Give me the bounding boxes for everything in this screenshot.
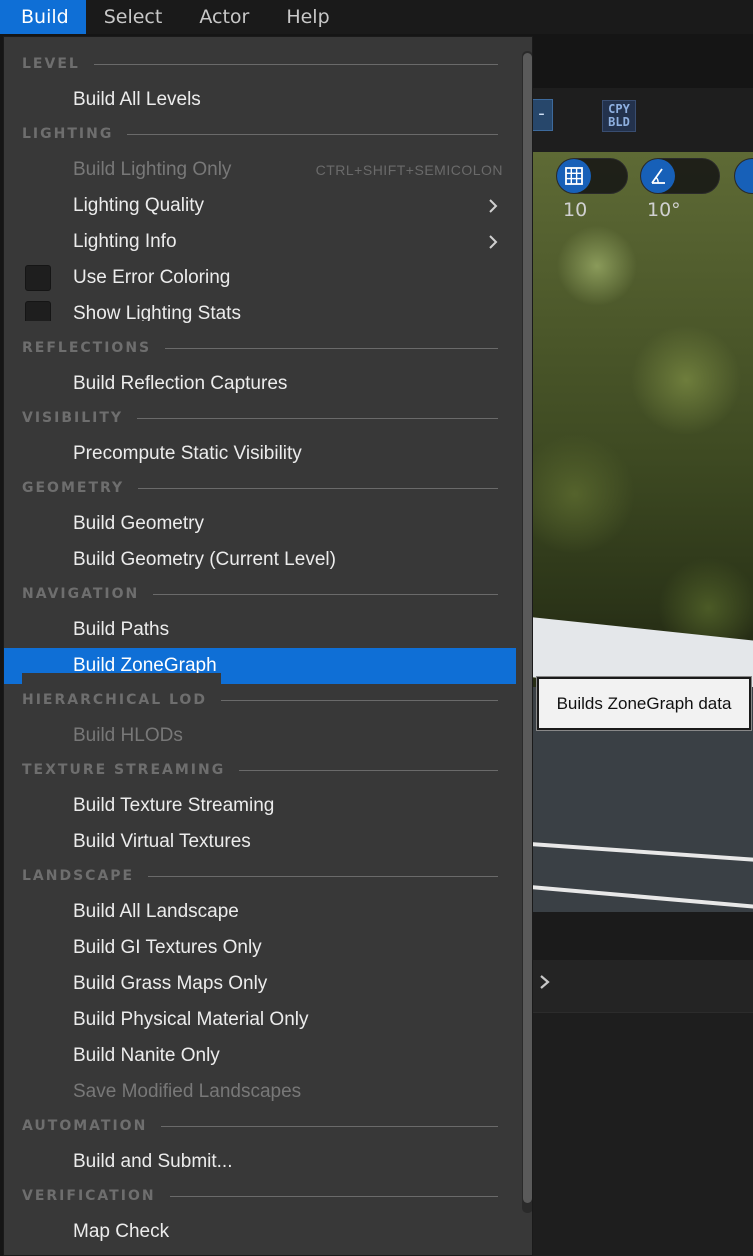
section-label: GEOMETRY xyxy=(22,461,139,497)
section-level: LEVEL xyxy=(4,37,516,73)
section-geometry: GEOMETRY xyxy=(4,461,516,497)
build-physical-material-only-item[interactable]: Build Physical Material Only xyxy=(4,1002,516,1038)
section-label: TEXTURE STREAMING xyxy=(22,743,240,779)
use-error-coloring-item[interactable]: Use Error Coloring xyxy=(4,260,516,296)
menu-actor[interactable]: Actor xyxy=(181,0,268,34)
shortcut-label: CTRL+SHIFT+SEMICOLON xyxy=(315,162,503,178)
section-label: LANDSCAPE xyxy=(22,849,149,885)
panel-body xyxy=(530,1012,753,1256)
toolbar-minus-button[interactable]: - xyxy=(530,99,553,131)
section-lighting: LIGHTING xyxy=(4,107,516,143)
section-texture-streaming: TEXTURE STREAMING xyxy=(4,743,516,779)
menu-item-label: Build Physical Material Only xyxy=(73,1009,309,1030)
section-reflections: REFLECTIONS xyxy=(4,321,516,357)
viewport-snap-controls: 10 10° xyxy=(530,158,753,221)
section-label: NAVIGATION xyxy=(22,567,154,603)
build-texture-streaming-item[interactable]: Build Texture Streaming xyxy=(4,788,516,824)
section-landscape: LANDSCAPE xyxy=(4,849,516,885)
menu-item-label: Build Nanite Only xyxy=(73,1045,220,1066)
lighting-info-item[interactable]: Lighting Info xyxy=(4,224,516,260)
build-all-landscape-item[interactable]: Build All Landscape xyxy=(4,894,516,930)
section-hierarchical-lod: HIERARCHICAL LOD xyxy=(4,673,516,709)
section-label: VISIBILITY xyxy=(22,391,138,427)
use-error-coloring-checkbox[interactable] xyxy=(25,265,51,291)
menu-item-label: Build All Landscape xyxy=(73,901,239,922)
menu-item-label: Build Grass Maps Only xyxy=(73,973,268,994)
menu-scrollbar[interactable] xyxy=(522,51,532,1213)
build-nanite-only-item[interactable]: Build Nanite Only xyxy=(4,1038,516,1074)
scale-icon xyxy=(735,159,753,193)
panel-breadcrumb xyxy=(530,960,753,1012)
grid-snap-toggle[interactable]: 10 xyxy=(556,158,628,221)
section-label: LEVEL xyxy=(22,37,94,73)
section-visibility: VISIBILITY xyxy=(4,391,516,427)
build-geometry-item[interactable]: Build Geometry xyxy=(4,506,516,542)
scrollbar-thumb[interactable] xyxy=(523,53,532,1203)
build-lighting-only-item[interactable]: Build Lighting Only CTRL+SHIFT+SEMICOLON xyxy=(4,152,516,188)
section-label: LIGHTING xyxy=(22,107,128,143)
menu-bar: Build Select Actor Help xyxy=(0,0,753,34)
menu-item-label: Build GI Textures Only xyxy=(73,937,262,958)
section-label: REFLECTIONS xyxy=(22,321,166,357)
menu-item-label: Lighting Quality xyxy=(73,195,204,216)
build-gi-textures-only-item[interactable]: Build GI Textures Only xyxy=(4,930,516,966)
section-label: AUTOMATION xyxy=(22,1099,162,1135)
chevron-right-icon xyxy=(484,197,502,215)
scale-snap-toggle[interactable] xyxy=(734,158,753,194)
menu-item-label: Lighting Info xyxy=(73,231,177,252)
build-grass-maps-only-item[interactable]: Build Grass Maps Only xyxy=(4,966,516,1002)
chevron-right-icon[interactable] xyxy=(538,972,552,996)
menu-item-label: Build Paths xyxy=(73,619,170,640)
menu-item-label: Build Geometry xyxy=(73,513,204,534)
section-automation: AUTOMATION xyxy=(4,1099,516,1135)
menu-item-label: Map Check xyxy=(73,1221,170,1242)
menu-item-label: Build Texture Streaming xyxy=(73,795,275,816)
cpy-bld-button[interactable]: CPY BLD xyxy=(602,100,636,132)
section-label: HIERARCHICAL LOD xyxy=(22,673,221,709)
menu-help[interactable]: Help xyxy=(268,0,348,34)
menu-build[interactable]: Build xyxy=(0,0,86,34)
lighting-quality-item[interactable]: Lighting Quality xyxy=(4,188,516,224)
bld-label: BLD xyxy=(608,115,630,129)
section-label: VERIFICATION xyxy=(22,1169,170,1205)
menu-select[interactable]: Select xyxy=(86,0,182,34)
rotation-snap-value: 10° xyxy=(647,199,681,221)
chevron-right-icon xyxy=(484,233,502,251)
grid-icon xyxy=(557,159,591,193)
section-verification: VERIFICATION xyxy=(4,1169,516,1205)
menu-item-label: Build Lighting Only xyxy=(73,159,232,180)
panel-header xyxy=(530,912,753,960)
section-navigation: NAVIGATION xyxy=(4,567,516,603)
map-check-item[interactable]: Map Check xyxy=(4,1214,516,1250)
angle-icon xyxy=(641,159,675,193)
editor-toolbar: - CPY BLD xyxy=(530,88,753,152)
build-paths-item[interactable]: Build Paths xyxy=(4,612,516,648)
rotation-snap-toggle[interactable]: 10° xyxy=(640,158,720,221)
build-menu-dropdown: LEVEL Build All Levels LIGHTING Build Li… xyxy=(3,36,533,1256)
tooltip: Builds ZoneGraph data xyxy=(536,676,752,731)
grid-snap-value: 10 xyxy=(563,199,588,221)
menu-item-label: Use Error Coloring xyxy=(73,267,231,288)
level-viewport[interactable] xyxy=(530,152,753,912)
